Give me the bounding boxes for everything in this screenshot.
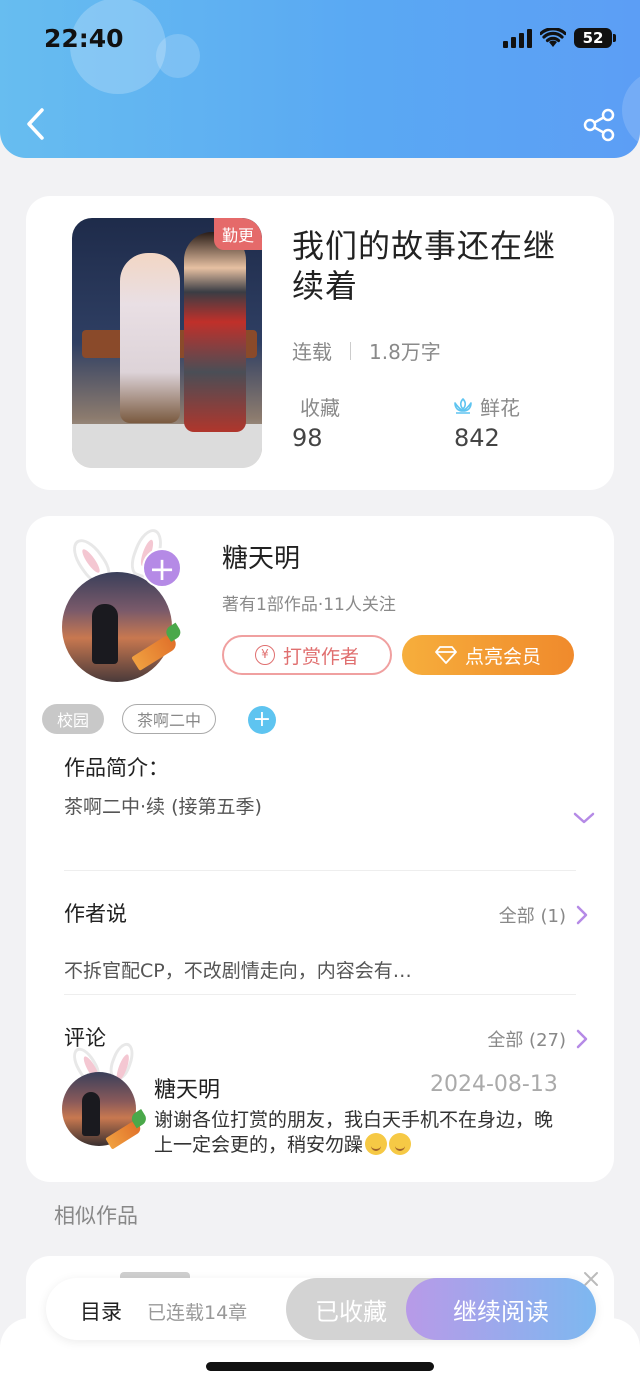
yen-icon: ¥: [254, 645, 275, 665]
flower-icon: [454, 397, 472, 414]
favorites-label: 收藏: [300, 396, 340, 420]
follow-author-button[interactable]: +: [142, 548, 182, 588]
battery-icon: 52: [574, 28, 616, 48]
decor-bubble: [622, 70, 640, 150]
chapter-count[interactable]: 已连载14章: [147, 1298, 247, 1325]
reward-author-button[interactable]: ¥ 打赏作者: [222, 635, 392, 675]
book-cover[interactable]: 勤更: [72, 218, 262, 468]
decor-bubble: [156, 34, 200, 78]
tag-campus[interactable]: 校园: [42, 704, 104, 734]
catalog-button[interactable]: 目录: [80, 1296, 122, 1326]
update-badge: 勤更: [213, 218, 262, 250]
signal-icon: [503, 28, 532, 48]
chevron-right-icon: [576, 905, 588, 925]
commenter-name[interactable]: 糖天明: [154, 1072, 220, 1104]
status-icons: 52: [503, 28, 616, 48]
meta-divider: [350, 341, 351, 360]
favorites-count: 98: [292, 424, 323, 452]
continue-reading-button[interactable]: 继续阅读: [406, 1278, 596, 1340]
add-tag-button[interactable]: +: [248, 706, 276, 734]
divider: [64, 994, 576, 995]
comment-date: 2024-08-13: [430, 1072, 558, 1097]
word-count: 1.8万字: [369, 340, 441, 364]
wink-emoji-icon: [365, 1133, 388, 1155]
wink-emoji-icon: [389, 1133, 412, 1155]
book-status: 连载: [292, 340, 332, 364]
comments-more-link[interactable]: 全部 (27): [487, 1026, 588, 1052]
intro-text: 茶啊二中·续 (接第五季): [64, 796, 262, 818]
author-says-title: 作者说: [64, 902, 127, 926]
intro-title: 作品简介：: [64, 756, 169, 780]
commenter-avatar[interactable]: [62, 1039, 152, 1154]
author-says-more-link[interactable]: 全部 (1): [499, 902, 588, 928]
author-card: + 糖天明 著有1部作品·11人关注 ¥ 打赏作者 点亮会员 校园 茶啊二中 +…: [26, 516, 614, 1182]
author-subtitle: 著有1部作品·11人关注: [222, 595, 396, 615]
back-icon[interactable]: [22, 106, 50, 142]
tag-series[interactable]: 茶啊二中: [122, 704, 216, 734]
flowers-label: 鲜花: [452, 392, 520, 421]
book-meta: 连载 1.8万字: [292, 336, 441, 365]
comment-text: 谢谢各位打赏的朋友，我白天手机不在身边，晚上一定会更的，稍安勿躁: [154, 1109, 554, 1156]
chevron-right-icon: [576, 1029, 588, 1049]
vip-button[interactable]: 点亮会员: [402, 635, 574, 675]
divider: [64, 870, 576, 871]
share-icon[interactable]: [582, 108, 616, 142]
author-avatar[interactable]: [62, 525, 202, 688]
diamond-icon: [435, 646, 457, 664]
header: 22:40 52: [0, 0, 640, 158]
status-time: 22:40: [44, 24, 124, 53]
flowers-count: 842: [454, 424, 500, 452]
book-info-card: 勤更 我们的故事还在继续着 连载 1.8万字 收藏 98 鲜花 842: [26, 196, 614, 490]
wifi-icon: [540, 28, 566, 47]
home-indicator: [206, 1362, 434, 1371]
author-says-text[interactable]: 不拆官配CP，不改剧情走向，内容会有…: [64, 956, 412, 983]
chevron-down-icon[interactable]: [572, 810, 596, 826]
similar-works-title: 相似作品: [54, 1204, 138, 1228]
book-title: 我们的故事还在继续着: [292, 227, 557, 305]
author-name[interactable]: 糖天明: [222, 538, 300, 575]
